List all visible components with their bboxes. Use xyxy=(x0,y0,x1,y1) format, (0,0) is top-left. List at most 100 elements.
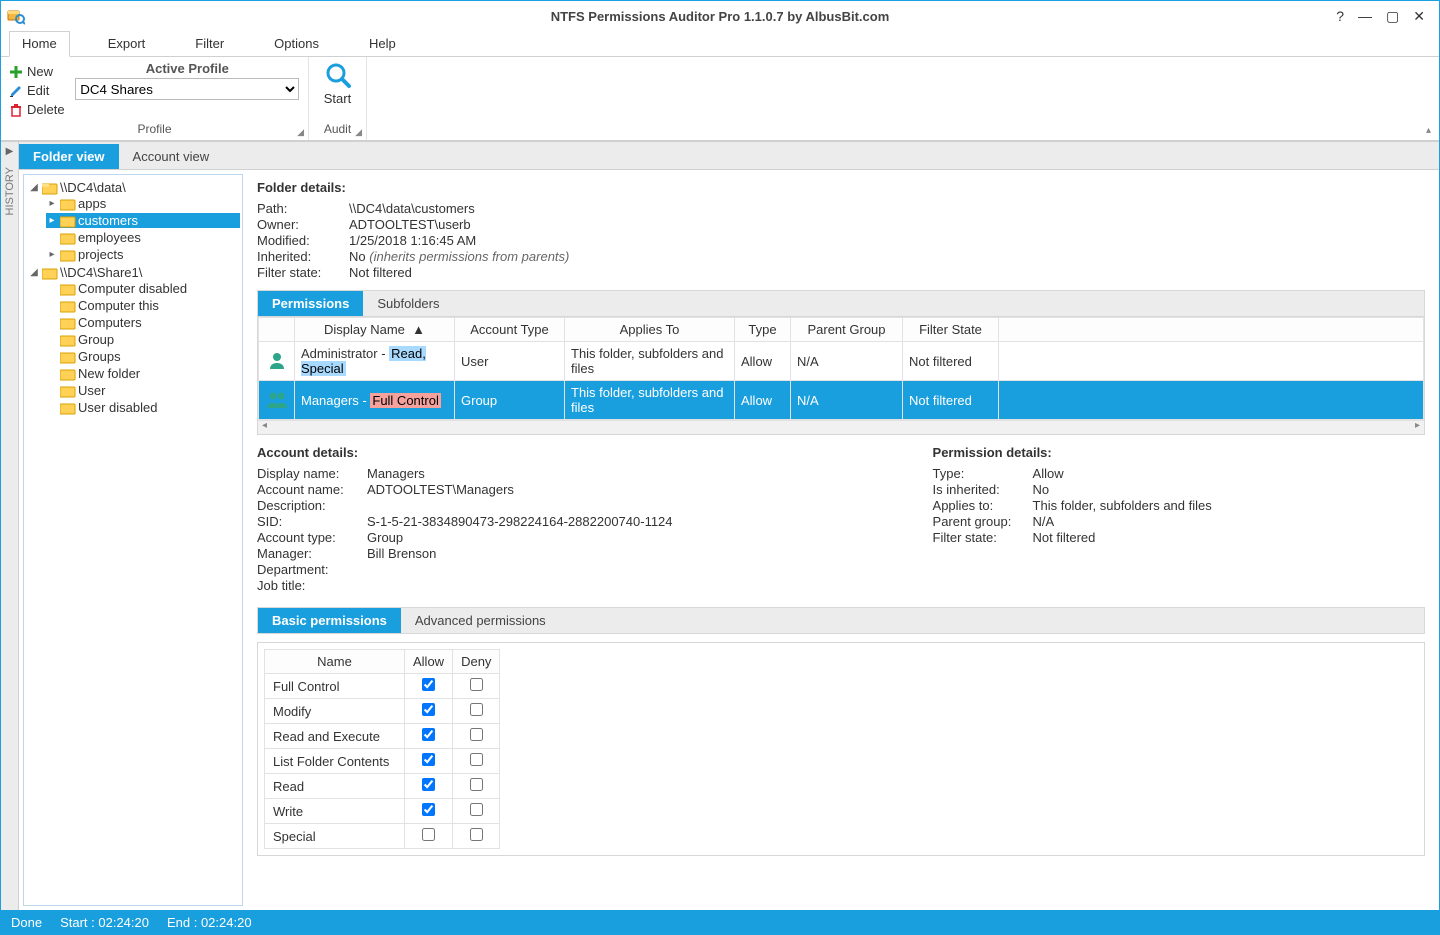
bp-allow-checkbox[interactable] xyxy=(422,803,435,816)
col-parent-group[interactable]: Parent Group xyxy=(791,318,903,342)
menu-help[interactable]: Help xyxy=(357,32,408,56)
permdetail-applies: This folder, subfolders and files xyxy=(1033,498,1212,513)
status-done: Done xyxy=(11,915,42,930)
profile-group-label: Profile xyxy=(137,122,171,136)
history-rail[interactable]: ▶ HISTORY xyxy=(1,142,19,910)
tab-basic-permissions[interactable]: Basic permissions xyxy=(258,608,401,633)
history-expand-icon[interactable]: ▶ xyxy=(6,146,14,157)
tree-node-root2[interactable]: ◢\\DC4\Share1\ xyxy=(28,265,240,280)
tree-node-projects[interactable]: ▸projects xyxy=(46,247,240,262)
tree-node-s8[interactable]: User disabled xyxy=(46,400,240,415)
table-hscroll[interactable] xyxy=(258,420,1424,434)
tree-node-s7[interactable]: User xyxy=(46,383,240,398)
tree-node-s3[interactable]: Computers xyxy=(46,315,240,330)
close-icon[interactable]: ✕ xyxy=(1413,8,1425,25)
bp-deny-checkbox[interactable] xyxy=(470,678,483,691)
bp-allow-checkbox[interactable] xyxy=(422,778,435,791)
minimize-icon[interactable]: — xyxy=(1358,8,1372,24)
audit-group-launcher-icon[interactable]: ◢ xyxy=(355,127,362,138)
bp-allow-checkbox[interactable] xyxy=(422,728,435,741)
tree-node-s6[interactable]: New folder xyxy=(46,366,240,381)
ribbon: New Edit Delete Active Profile DC4 Share… xyxy=(1,57,1439,141)
help-icon[interactable]: ? xyxy=(1336,8,1344,24)
status-bar: Done Start : 02:24:20 End : 02:24:20 xyxy=(1,910,1439,934)
status-end: End : 02:24:20 xyxy=(167,915,252,930)
tree-node-apps[interactable]: ▸apps xyxy=(46,196,240,211)
tree-node-employees[interactable]: employees xyxy=(46,230,240,245)
group-icon xyxy=(259,381,295,420)
basic-perm-subtabs: Basic permissions Advanced permissions xyxy=(257,607,1425,634)
bp-deny-checkbox[interactable] xyxy=(470,803,483,816)
account-description xyxy=(367,498,673,513)
tree-node-root1[interactable]: ◢\\DC4\data\ xyxy=(28,180,240,195)
bp-col-name[interactable]: Name xyxy=(265,650,405,674)
profile-select[interactable]: DC4 Shares xyxy=(75,78,299,100)
start-button[interactable]: Start xyxy=(315,61,360,106)
tree-node-s5[interactable]: Groups xyxy=(46,349,240,364)
bp-allow-checkbox[interactable] xyxy=(422,753,435,766)
bp-col-deny[interactable]: Deny xyxy=(453,650,500,674)
bp-allow-checkbox[interactable] xyxy=(422,678,435,691)
app-icon xyxy=(7,7,25,25)
perm-row-administrator[interactable]: Administrator - Read, Special User This … xyxy=(259,342,1424,381)
col-filter-state[interactable]: Filter State xyxy=(903,318,999,342)
bp-row: Special xyxy=(265,824,500,849)
folder-inherited: No (inherits permissions from parents) xyxy=(349,249,1425,264)
audit-group-label: Audit xyxy=(324,122,351,136)
folder-modified: 1/25/2018 1:16:45 AM xyxy=(349,233,1425,248)
tab-folder-view[interactable]: Folder view xyxy=(19,144,119,169)
permdetail-parent: N/A xyxy=(1033,514,1212,529)
tab-subfolders[interactable]: Subfolders xyxy=(363,291,453,316)
bp-deny-checkbox[interactable] xyxy=(470,728,483,741)
bp-deny-checkbox[interactable] xyxy=(470,703,483,716)
bp-deny-checkbox[interactable] xyxy=(470,778,483,791)
status-start: Start : 02:24:20 xyxy=(60,915,149,930)
edit-profile-button[interactable]: Edit xyxy=(7,82,67,99)
tab-advanced-permissions[interactable]: Advanced permissions xyxy=(401,608,560,633)
permissions-table[interactable]: Display Name ▲ Account Type Applies To T… xyxy=(258,317,1424,420)
bp-col-allow[interactable]: Allow xyxy=(405,650,453,674)
bp-row: Read xyxy=(265,774,500,799)
folder-filter-state: Not filtered xyxy=(349,265,1425,280)
bp-allow-checkbox[interactable] xyxy=(422,703,435,716)
tree-node-s2[interactable]: Computer this xyxy=(46,298,240,313)
bp-row: Full Control xyxy=(265,674,500,699)
col-account-type[interactable]: Account Type xyxy=(455,318,565,342)
col-display-name[interactable]: Display Name ▲ xyxy=(295,318,455,342)
menu-filter[interactable]: Filter xyxy=(183,32,236,56)
folder-tree[interactable]: ◢\\DC4\data\ ▸apps ▸customers employees … xyxy=(23,174,243,906)
permdetail-type: Allow xyxy=(1033,466,1212,481)
menu-home[interactable]: Home xyxy=(9,31,70,57)
menu-options[interactable]: Options xyxy=(262,32,331,56)
user-icon xyxy=(259,342,295,381)
titlebar: NTFS Permissions Auditor Pro 1.1.0.7 by … xyxy=(1,1,1439,31)
tree-node-customers[interactable]: ▸customers xyxy=(46,213,240,228)
account-display-name: Managers xyxy=(367,466,673,481)
ribbon-collapse-icon[interactable]: ▴ xyxy=(1426,125,1431,136)
menu-export[interactable]: Export xyxy=(96,32,158,56)
tree-node-s1[interactable]: Computer disabled xyxy=(46,281,240,296)
account-details-title: Account details: xyxy=(257,445,673,460)
perm-row-managers[interactable]: Managers - Full Control Group This folde… xyxy=(259,381,1424,420)
bp-deny-checkbox[interactable] xyxy=(470,828,483,841)
col-applies-to[interactable]: Applies To xyxy=(565,318,735,342)
maximize-icon[interactable]: ▢ xyxy=(1386,8,1399,25)
account-sid: S-1-5-21-3834890473-298224164-2882200740… xyxy=(367,514,673,529)
bp-deny-checkbox[interactable] xyxy=(470,753,483,766)
active-profile-label: Active Profile xyxy=(146,61,229,76)
profile-group-launcher-icon[interactable]: ◢ xyxy=(297,127,304,138)
tree-node-s4[interactable]: Group xyxy=(46,332,240,347)
basic-permissions-table: Name Allow Deny Full ControlModifyRead a… xyxy=(264,649,500,849)
new-profile-button[interactable]: New xyxy=(7,63,67,80)
bp-allow-checkbox[interactable] xyxy=(422,828,435,841)
permdetail-inherited: No xyxy=(1033,482,1212,497)
tab-account-view[interactable]: Account view xyxy=(119,144,224,169)
col-type[interactable]: Type xyxy=(735,318,791,342)
folder-details-title: Folder details: xyxy=(257,180,1425,195)
tab-permissions[interactable]: Permissions xyxy=(258,291,363,316)
details-panel: Folder details: Path:\\DC4\data\customer… xyxy=(243,170,1439,910)
folder-path: \\DC4\data\customers xyxy=(349,201,1425,216)
menubar: Home Export Filter Options Help xyxy=(1,31,1439,57)
bp-row: List Folder Contents xyxy=(265,749,500,774)
delete-profile-button[interactable]: Delete xyxy=(7,101,67,118)
